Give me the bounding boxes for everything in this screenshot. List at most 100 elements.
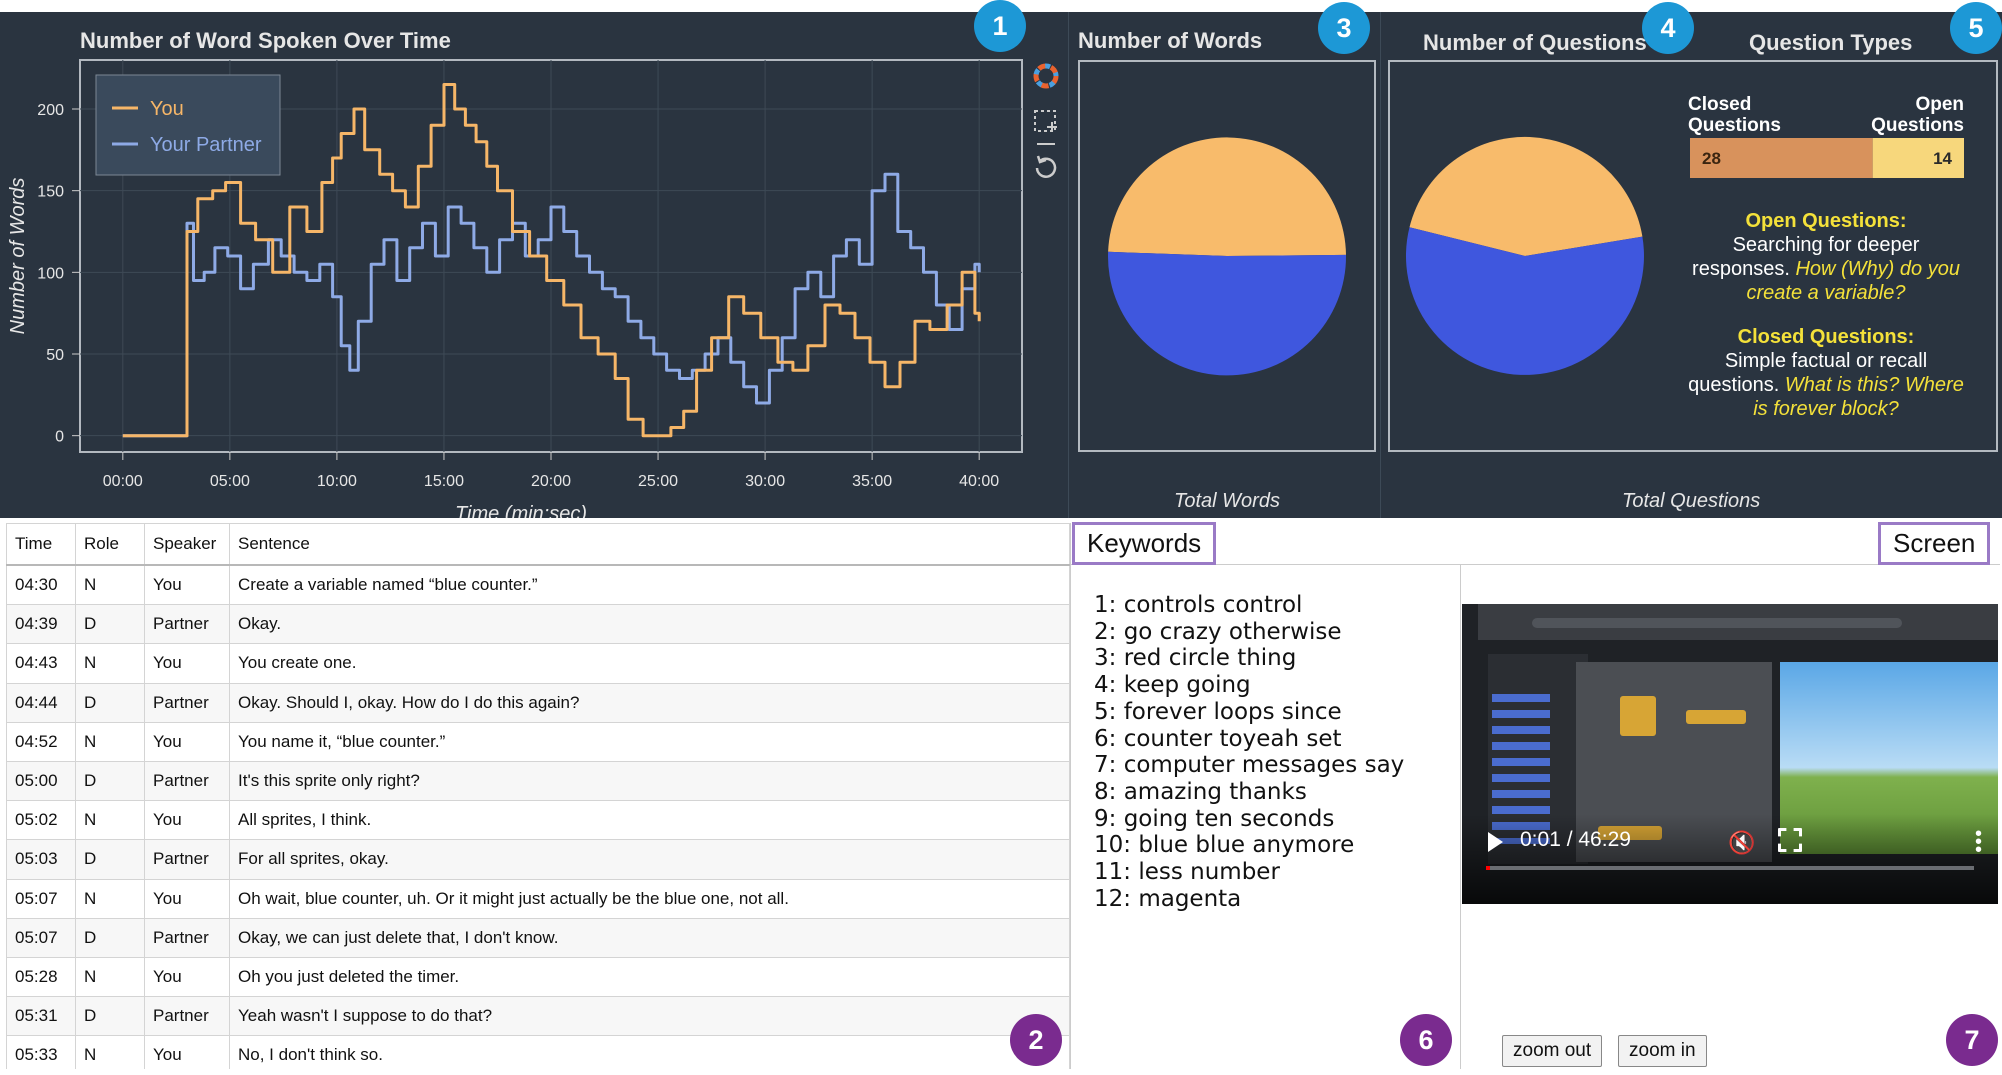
- question-types-title: Question Types: [1749, 30, 1913, 55]
- cell-time: 05:28: [6, 956, 76, 998]
- keyword-item[interactable]: 3: red circle thing: [1094, 645, 1454, 672]
- reset-icon[interactable]: [1035, 155, 1057, 178]
- table-row[interactable]: 04:52 N You You name it, “blue counter.”: [6, 721, 1070, 762]
- question-type-value: 14: [1933, 149, 1952, 168]
- cell-role: D: [75, 996, 145, 1037]
- x-tick-label: 15:00: [424, 473, 464, 490]
- pie-slice-partner[interactable]: [1108, 251, 1347, 376]
- box-zoom-icon[interactable]: [1034, 110, 1057, 145]
- mute-icon[interactable]: 🔇: [1728, 830, 1755, 856]
- snap-block: [1686, 710, 1746, 724]
- keyword-item[interactable]: 8: amazing thanks: [1094, 779, 1454, 806]
- cell-sentence: For all sprites, okay.: [229, 839, 1070, 880]
- x-tick-label: 00:00: [103, 473, 143, 490]
- table-row[interactable]: 04:44 D Partner Okay. Should I, okay. How d…: [6, 682, 1070, 723]
- cell-sentence: Yeah wasn't I suppose to do that?: [229, 996, 1070, 1037]
- column-header-time[interactable]: Time: [6, 523, 76, 566]
- keyword-item[interactable]: 4: keep going: [1094, 672, 1454, 699]
- legend: You Your Partner: [95, 74, 281, 176]
- x-tick-label: 40:00: [959, 473, 999, 490]
- zoom-in-button[interactable]: zoom in: [1618, 1035, 1707, 1067]
- keyword-item[interactable]: 10: blue blue anymore: [1094, 832, 1454, 859]
- cell-role: N: [75, 721, 145, 762]
- cell-speaker: Partner: [144, 839, 230, 880]
- questions-pie-chart[interactable]: [1390, 62, 1670, 450]
- keyword-item[interactable]: 2: go crazy otherwise: [1094, 619, 1454, 646]
- more-options-icon[interactable]: • • •: [1975, 824, 1982, 860]
- tab-keywords[interactable]: Keywords: [1072, 522, 1217, 565]
- table-row[interactable]: 05:03 D Partner For all sprites, okay.: [6, 839, 1070, 880]
- cell-role: D: [75, 604, 145, 645]
- table-row[interactable]: 05:31 D Partner Yeah wasn't I suppose to do…: [6, 996, 1070, 1037]
- cell-time: 05:31: [6, 996, 76, 1037]
- cell-sentence: Okay, we can just delete that, I don't k…: [229, 917, 1070, 958]
- keyword-item[interactable]: 11: less number: [1094, 859, 1454, 886]
- play-icon[interactable]: [1488, 832, 1503, 852]
- number-of-questions-title: Number of Questions: [1423, 30, 1647, 55]
- tab-screen[interactable]: Screen: [1878, 522, 1991, 565]
- question-types-bar[interactable]: 28 14: [1690, 138, 1964, 178]
- y-tick-label: 50: [46, 347, 64, 364]
- column-header-sentence[interactable]: Sentence: [229, 523, 1070, 566]
- words-over-time-chart[interactable]: 00:00 05:00 10:00 15:00 20:00 25:00 30:00 35:00…: [0, 12, 1040, 518]
- cell-role: N: [75, 564, 145, 606]
- cell-role: N: [75, 956, 145, 998]
- column-header-role[interactable]: Role: [75, 523, 145, 566]
- transcript-table: Time Role Speaker Sentence 04:30 N You Create …: [6, 523, 1070, 1069]
- badge-7: 7: [1946, 1014, 1998, 1066]
- words-pie-chart[interactable]: [1080, 62, 1374, 450]
- keywords-list: 1: controls control 2: go crazy otherwise…: [1094, 592, 1454, 912]
- cell-time: 04:44: [6, 682, 76, 723]
- keyword-item[interactable]: 1: controls control: [1094, 592, 1454, 619]
- keyword-item[interactable]: 12: magenta: [1094, 886, 1454, 913]
- cell-role: N: [75, 800, 145, 841]
- cell-role: N: [75, 1035, 145, 1069]
- cell-sentence: Create a variable named “blue counter.”: [229, 564, 1070, 606]
- divider: [1068, 12, 1069, 518]
- keyword-item[interactable]: 9: going ten seconds: [1094, 806, 1454, 833]
- cell-sentence: Oh you just deleted the timer.: [229, 956, 1070, 998]
- bokeh-logo-icon[interactable]: [1033, 63, 1059, 89]
- table-row[interactable]: 04:43 N You You create one.: [6, 643, 1070, 684]
- table-row[interactable]: 04:39 D Partner Okay.: [6, 604, 1070, 645]
- video-time: 0:01 / 46:29: [1520, 828, 1631, 851]
- x-tick-label: 35:00: [852, 473, 892, 490]
- keywords-divider: [1460, 565, 1461, 1069]
- badge-4: 4: [1642, 2, 1694, 54]
- table-row[interactable]: 04:30 N You Create a variable named “blue c…: [6, 564, 1070, 606]
- closed-questions-example: What is this? Where is forever block?: [1753, 374, 1964, 420]
- cell-sentence: No, I don't think so.: [229, 1035, 1070, 1069]
- transcript-panel[interactable]: Time Role Speaker Sentence 04:30 N You Create …: [6, 523, 1071, 1069]
- x-tick-label: 05:00: [210, 473, 250, 490]
- table-row[interactable]: 05:07 D Partner Okay, we can just delete th…: [6, 917, 1070, 958]
- cell-speaker: You: [144, 1035, 230, 1069]
- open-questions-header: Open Questions: [1871, 94, 1964, 136]
- cell-time: 04:39: [6, 604, 76, 645]
- cell-sentence: You name it, “blue counter.”: [229, 721, 1070, 762]
- cell-sentence: All sprites, I think.: [229, 800, 1070, 841]
- cell-role: D: [75, 760, 145, 802]
- cell-speaker: Partner: [144, 996, 230, 1037]
- y-tick-label: 0: [55, 429, 64, 446]
- pie-slice-you[interactable]: [1108, 137, 1346, 256]
- table-row[interactable]: 05:33 N You No, I don't think so.: [6, 1035, 1070, 1069]
- keyword-item[interactable]: 6: counter toyeah set: [1094, 726, 1454, 753]
- closed-questions-explainer: Closed Questions: Simple factual or reca…: [1685, 325, 1967, 421]
- total-questions-label: Total Questions: [1622, 490, 1761, 512]
- table-row[interactable]: 05:00 D Partner It's this sprite only right…: [6, 760, 1070, 802]
- cell-speaker: You: [144, 564, 230, 606]
- table-row[interactable]: 05:07 N You Oh wait, blue counter, uh. Or i…: [6, 878, 1070, 919]
- x-axis-label: Time (min:sec): [455, 503, 587, 518]
- keyword-item[interactable]: 5: forever loops since: [1094, 699, 1454, 726]
- cell-speaker: Partner: [144, 604, 230, 645]
- table-row[interactable]: 05:02 N You All sprites, I think.: [6, 800, 1070, 841]
- table-row[interactable]: 05:28 N You Oh you just deleted the timer.: [6, 956, 1070, 998]
- video-progress-track[interactable]: [1486, 866, 1974, 870]
- keyword-item[interactable]: 7: computer messages say: [1094, 752, 1454, 779]
- cell-time: 04:30: [6, 564, 76, 606]
- column-header-speaker[interactable]: Speaker: [144, 523, 230, 566]
- zoom-out-button[interactable]: zoom out: [1502, 1035, 1603, 1067]
- legend-label: You: [150, 98, 184, 120]
- screen-video[interactable]: 0:01 / 46:29 🔇 • • •: [1462, 604, 1998, 904]
- cell-speaker: Partner: [144, 760, 230, 802]
